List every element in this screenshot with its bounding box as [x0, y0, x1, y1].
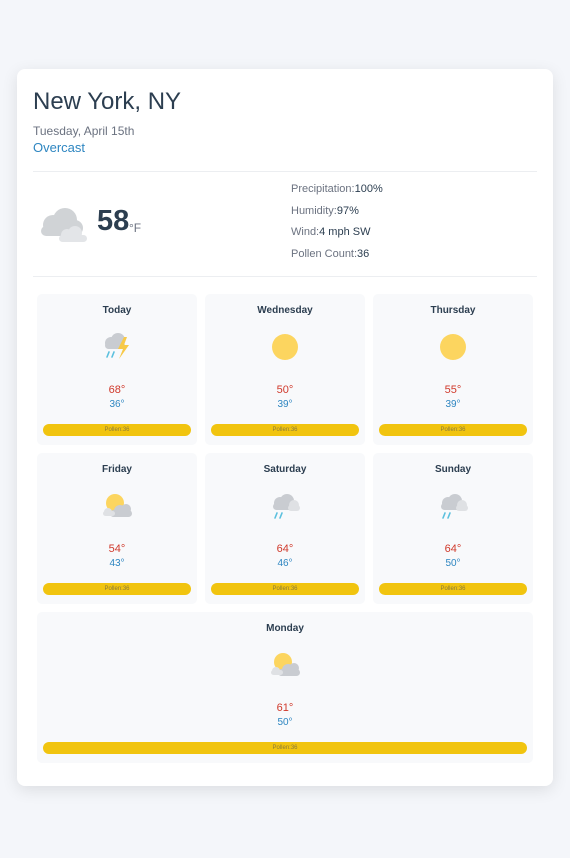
partly-cloudy-icon [103, 494, 132, 517]
divider [33, 171, 537, 172]
stat-wind: Wind:4 mph SW [291, 226, 371, 238]
forecast-tile[interactable]: Sunday 64° 50° Pollen:36 [373, 453, 533, 604]
forecast-low: 36° [109, 399, 125, 410]
forecast-tile[interactable]: Today 68° 36° Pollen:36 [37, 294, 197, 445]
thunderstorm-icon [105, 333, 129, 359]
sun-icon [272, 334, 298, 360]
temperature-unit: °F [129, 221, 142, 235]
forecast-tile[interactable]: Saturday 64° 46° Pollen:36 [205, 453, 365, 604]
forecast-high: 54° [108, 543, 126, 555]
forecast-high: 50° [276, 384, 294, 396]
forecast-day: Today [102, 305, 132, 316]
sun-icon [440, 334, 466, 360]
forecast-high: 68° [108, 384, 126, 396]
forecast-day: Thursday [430, 305, 476, 316]
forecast-day: Friday [101, 464, 132, 475]
stat-humidity: Humidity:97% [291, 204, 359, 217]
forecast-day: Wednesday [257, 305, 313, 316]
forecast-low: 50° [277, 717, 293, 728]
current-date: Tuesday, April 15th [33, 124, 135, 138]
forecast-tile[interactable]: Monday 61° 50° Pollen:36 [37, 612, 533, 763]
rain-icon [273, 494, 300, 519]
forecast-tile[interactable]: Thursday 55° 39° Pollen:36 [373, 294, 533, 445]
stat-precipitation: Precipitation:100% [291, 183, 383, 195]
pollen-bar: Pollen:36 [211, 424, 359, 436]
forecast-tile[interactable]: Friday 54° 43° Pollen:36 [37, 453, 197, 604]
pollen-bar: Pollen:36 [379, 424, 527, 436]
rain-icon [441, 494, 468, 519]
forecast-low: 50° [445, 558, 461, 569]
cloud-icon [41, 208, 87, 242]
pollen-bar: Pollen:36 [43, 742, 527, 754]
weather-card: New York, NY Tuesday, April 15th Overcas… [17, 69, 553, 786]
forecast-tile[interactable]: Wednesday 50° 39° Pollen:36 [205, 294, 365, 445]
pollen-bar: Pollen:36 [211, 583, 359, 595]
partly-cloudy-icon [271, 653, 300, 676]
stat-pollen-count: Pollen Count:36 [291, 247, 370, 260]
forecast-high: 55° [444, 384, 462, 396]
city-name: New York, NY [33, 88, 182, 115]
current-condition: Overcast [33, 140, 86, 155]
current-temperature: 58 [97, 205, 130, 237]
forecast-low: 43° [109, 558, 125, 569]
pollen-bar: Pollen:36 [379, 583, 527, 595]
forecast-high: 61° [276, 702, 294, 714]
pollen-bar: Pollen:36 [43, 424, 191, 436]
forecast-day: Monday [266, 623, 304, 634]
forecast-high: 64° [444, 543, 462, 555]
pollen-bar: Pollen:36 [43, 583, 191, 595]
weather-stats: Precipitation:100% Humidity:97% Wind:4 m… [291, 182, 383, 268]
divider [33, 276, 537, 277]
forecast-day: Saturday [263, 464, 307, 475]
forecast-day: Sunday [434, 464, 472, 475]
forecast-low: 39° [277, 399, 293, 410]
forecast-high: 64° [276, 543, 294, 555]
forecast-low: 39° [445, 399, 461, 410]
forecast-low: 46° [277, 558, 293, 569]
